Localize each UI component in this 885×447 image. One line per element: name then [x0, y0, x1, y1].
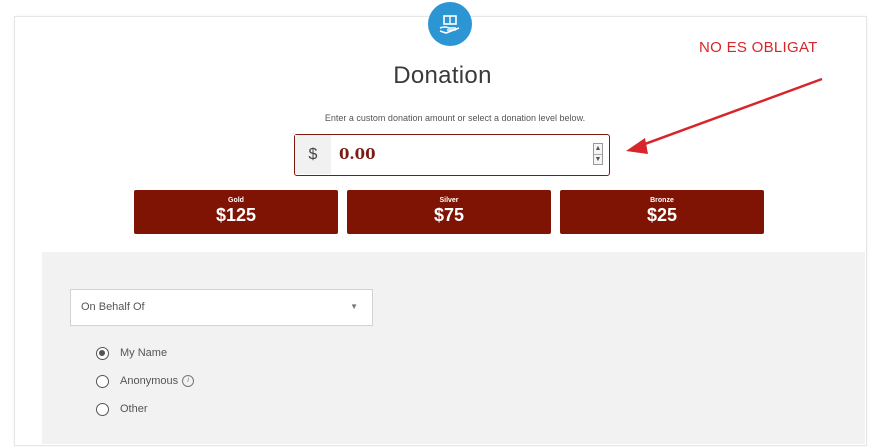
annotation-arrow-icon [626, 77, 823, 154]
